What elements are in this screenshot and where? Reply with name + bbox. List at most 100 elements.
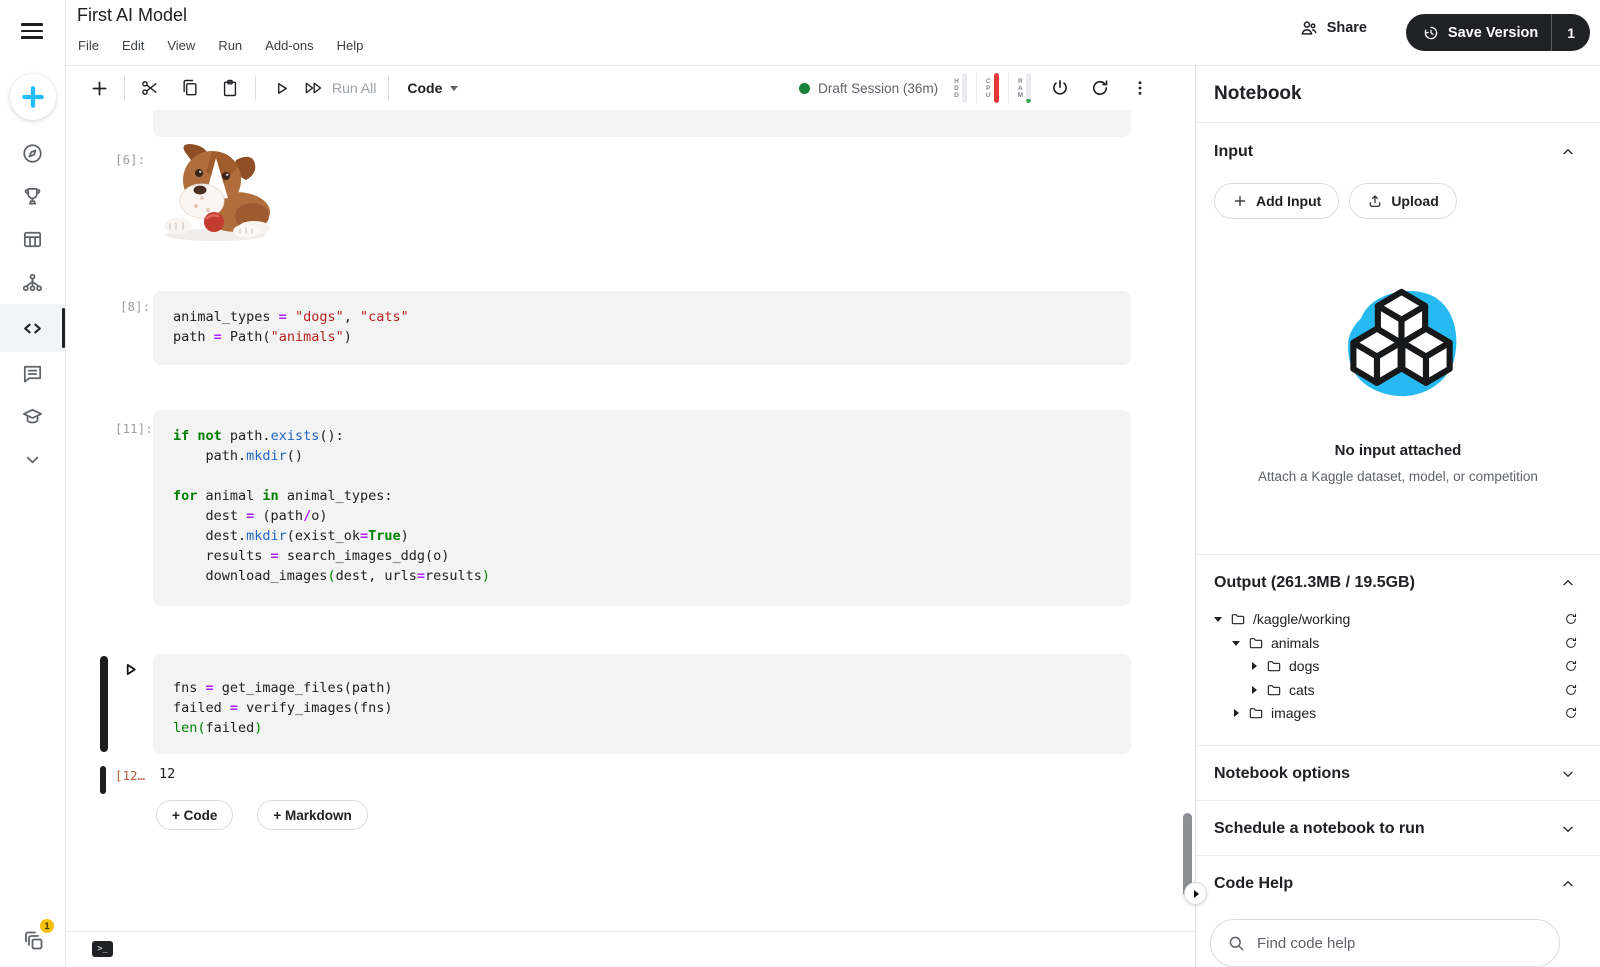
refresh-icon[interactable] — [1564, 706, 1578, 720]
menu-help[interactable]: Help — [337, 38, 364, 53]
run-cell-button[interactable] — [268, 75, 294, 101]
rail-item-home[interactable] — [0, 132, 65, 175]
code-editor[interactable]: animal_types = "dogs", "cats"path = Path… — [173, 307, 1111, 347]
tree-row-images[interactable]: images — [1210, 701, 1578, 725]
notebook-toolbar: Run All Code Draft Session (36m) HDDCPUR… — [66, 66, 1195, 110]
save-version-button[interactable]: Save Version 1 — [1406, 14, 1590, 51]
caret-down-icon[interactable] — [1228, 638, 1244, 648]
session-status-label: Draft Session (36m) — [818, 81, 938, 96]
chevron-down-icon[interactable] — [1560, 766, 1576, 782]
partial-code-cell[interactable] — [153, 110, 1131, 137]
add-code-cell-button[interactable]: + Code — [156, 800, 233, 830]
output-section-header[interactable]: Output (261.3MB / 19.5GB) — [1196, 555, 1600, 605]
chevron-up-icon[interactable] — [1560, 575, 1576, 591]
cell-type-dropdown[interactable]: Code — [407, 80, 458, 96]
refresh-icon[interactable] — [1564, 659, 1578, 673]
chevron-up-icon[interactable] — [1560, 144, 1576, 160]
terminal-icon[interactable]: >_ — [92, 941, 113, 957]
share-button[interactable]: Share — [1299, 18, 1367, 38]
code-editor[interactable]: fns = get_image_files(path)failed = veri… — [173, 678, 1111, 738]
code-cell[interactable]: animal_types = "dogs", "cats"path = Path… — [153, 291, 1131, 365]
menu-addons[interactable]: Add-ons — [265, 38, 313, 53]
code-help-search-input[interactable] — [1257, 935, 1543, 952]
menu-run[interactable]: Run — [218, 38, 242, 53]
menu-view[interactable]: View — [167, 38, 195, 53]
output-section: Output (261.3MB / 19.5GB) /kaggle/workin… — [1196, 555, 1600, 746]
add-cell-button[interactable] — [86, 75, 112, 101]
hdd-meter: HDD — [954, 73, 967, 103]
refresh-icon[interactable] — [1564, 683, 1578, 697]
tree-row-animals[interactable]: animals — [1210, 631, 1578, 655]
copy-button[interactable] — [177, 75, 203, 101]
save-version-main[interactable]: Save Version — [1406, 24, 1551, 42]
rail-item-competitions[interactable] — [0, 175, 65, 218]
version-count-badge[interactable]: 1 — [1552, 25, 1590, 41]
rail-item-learn[interactable] — [0, 395, 65, 438]
tree-row-cats[interactable]: cats — [1210, 678, 1578, 702]
code-line: for animal in animal_types: — [173, 486, 1111, 506]
panel-collapse-button[interactable] — [1184, 882, 1207, 905]
resource-meters: HDDCPURAM — [954, 73, 1031, 103]
chevron-up-icon[interactable] — [1560, 876, 1576, 892]
tree-node-label: cats — [1289, 682, 1315, 698]
cut-button[interactable] — [137, 75, 163, 101]
cell-prompt: [11]: — [115, 421, 153, 436]
output-prompt: [12… — [115, 768, 145, 783]
run-this-cell-button[interactable] — [122, 661, 139, 683]
plus-icon — [20, 84, 46, 110]
caret-right-icon — [1191, 889, 1201, 899]
schedule-header[interactable]: Schedule a notebook to run — [1196, 801, 1600, 856]
run-all-button[interactable]: Run All — [304, 80, 376, 96]
upload-button[interactable]: Upload — [1349, 183, 1456, 219]
rail-item-code[interactable] — [0, 304, 65, 352]
refresh-icon[interactable] — [1564, 636, 1578, 650]
cell-prompt: [8]: — [120, 299, 150, 314]
create-button[interactable] — [10, 74, 56, 120]
left-rail: 1 — [0, 0, 66, 967]
caret-right-icon[interactable] — [1246, 661, 1262, 671]
rail-item-datasets[interactable] — [0, 218, 65, 261]
refresh-icon[interactable] — [1564, 612, 1578, 626]
power-off-button[interactable] — [1047, 75, 1073, 101]
tree-node-label: animals — [1271, 635, 1319, 651]
code-line: len(failed) — [173, 718, 1111, 738]
code-line: results = search_images_ddg(o) — [173, 546, 1111, 566]
menu-edit[interactable]: Edit — [122, 38, 144, 53]
input-section-header[interactable]: Input — [1196, 123, 1600, 181]
restart-session-button[interactable] — [1087, 75, 1113, 101]
more-options-button[interactable] — [1127, 75, 1153, 101]
add-markdown-cell-button[interactable]: + Markdown — [257, 800, 367, 830]
code-help-searchbox[interactable] — [1210, 919, 1560, 967]
hdd-usage-bar — [962, 73, 967, 103]
caret-right-icon[interactable] — [1228, 708, 1244, 718]
caret-right-icon[interactable] — [1246, 685, 1262, 695]
code-cell-selected[interactable]: fns = get_image_files(path)failed = veri… — [153, 654, 1131, 754]
tree-row-dogs[interactable]: dogs — [1210, 654, 1578, 678]
rail-item-more[interactable] — [0, 438, 65, 481]
caret-down-icon[interactable] — [1210, 614, 1226, 624]
rail-item-models[interactable] — [0, 261, 65, 304]
code-help-header[interactable]: Code Help — [1196, 856, 1600, 911]
cpu-usage-bar — [994, 73, 999, 103]
rail-item-discussions[interactable] — [0, 352, 65, 395]
tree-row-kaggle-working[interactable]: /kaggle/working — [1210, 607, 1578, 631]
notebook-options-header[interactable]: Notebook options — [1196, 746, 1600, 801]
history-clock-icon — [1422, 24, 1440, 42]
graduation-cap-icon — [21, 405, 44, 428]
people-icon — [1299, 18, 1319, 38]
add-cell-row: + Code + Markdown — [156, 800, 368, 830]
play-icon — [122, 661, 139, 678]
code-editor[interactable]: if not path.exists(): path.mkdir() for a… — [173, 426, 1111, 586]
code-line: failed = verify_images(fns) — [173, 698, 1111, 718]
code-cell[interactable]: if not path.exists(): path.mkdir() for a… — [153, 410, 1131, 606]
chevron-down-icon[interactable] — [1560, 821, 1576, 837]
paste-button[interactable] — [217, 75, 243, 101]
hamburger-menu-icon[interactable] — [21, 23, 43, 39]
menu-file[interactable]: File — [78, 38, 99, 53]
add-input-button[interactable]: Add Input — [1214, 183, 1339, 219]
kebab-menu-icon — [1131, 79, 1149, 97]
code-line: dest = (path/o) — [173, 506, 1111, 526]
panel-title: Notebook — [1196, 66, 1600, 123]
active-events-button[interactable]: 1 — [22, 928, 48, 954]
right-panel: Notebook Input Add Input Upload — [1195, 66, 1600, 967]
